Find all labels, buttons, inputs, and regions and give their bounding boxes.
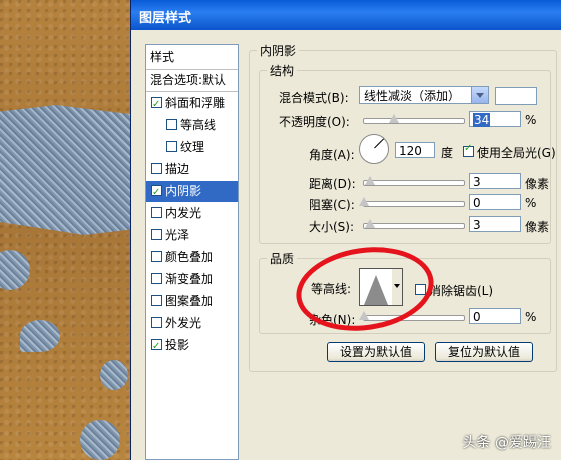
global-light-checkbox[interactable] (463, 143, 474, 157)
opacity-label: 不透明度(O): (279, 115, 350, 129)
chevron-down-icon[interactable] (471, 87, 488, 103)
opacity-slider[interactable] (363, 118, 465, 124)
checkbox[interactable] (151, 273, 162, 284)
style-item-label: 图案叠加 (165, 294, 214, 308)
choke-label: 阻塞(C): (309, 198, 355, 212)
blend-mode-value: 线性减淡（添加） (364, 89, 461, 103)
style-item-pattern-overlay[interactable]: 图案叠加 (146, 291, 238, 312)
slider-thumb[interactable] (365, 176, 375, 185)
choke-slider[interactable] (363, 201, 465, 207)
angle-dial[interactable] (359, 134, 389, 164)
style-item-label: 内发光 (165, 206, 202, 220)
checkbox[interactable] (151, 336, 162, 357)
size-slider[interactable] (363, 223, 465, 229)
style-item-stroke[interactable]: 描边 (146, 159, 238, 180)
style-item-bevel-emboss[interactable]: 斜面和浮雕 (146, 93, 238, 115)
denim-spot (80, 420, 120, 460)
percent-unit: % (525, 113, 537, 127)
style-item-label: 渐变叠加 (165, 272, 214, 286)
checkbox[interactable] (151, 182, 162, 203)
distance-label: 距离(D): (309, 177, 356, 191)
checkbox[interactable] (151, 317, 162, 328)
style-item-drop-shadow[interactable]: 投影 (146, 335, 238, 357)
blend-options-item[interactable]: 混合选项:默认 (150, 70, 242, 91)
dialog-title: 图层样式 (139, 11, 192, 26)
style-item-contour[interactable]: 等高线 (146, 115, 238, 136)
opacity-input[interactable]: 34 (469, 111, 521, 127)
style-item-texture[interactable]: 纹理 (146, 137, 238, 158)
distance-slider[interactable] (363, 180, 465, 186)
angle-label: 角度(A): (309, 148, 355, 162)
style-item-label: 外发光 (165, 316, 202, 330)
blend-mode-select[interactable]: 线性减淡（添加） (359, 86, 489, 104)
size-input[interactable]: 3 (469, 216, 521, 232)
slider-thumb[interactable] (359, 197, 369, 206)
structure-title: 结构 (267, 62, 298, 79)
style-item-outer-glow[interactable]: 外发光 (146, 313, 238, 334)
style-item-label: 颜色叠加 (165, 250, 214, 264)
style-item-label: 纹理 (180, 140, 205, 154)
style-item-label: 等高线 (180, 118, 217, 132)
angle-input[interactable]: 120 (395, 142, 435, 158)
slider-thumb[interactable] (389, 114, 399, 123)
checkbox[interactable] (166, 119, 177, 130)
styles-list: 样式 混合选项:默认 斜面和浮雕 等高线 纹理 描边 内阴影 内发光 光泽 颜色… (145, 44, 239, 460)
degree-unit: 度 (441, 146, 454, 160)
layer-style-dialog: 图层样式 样式 混合选项:默认 斜面和浮雕 等高线 纹理 描边 内阴影 内发光 … (130, 0, 561, 460)
checkbox[interactable] (151, 207, 162, 218)
inner-shadow-title: 内阴影 (257, 42, 300, 59)
distance-input[interactable]: 3 (469, 173, 521, 189)
style-item-inner-shadow[interactable]: 内阴影 (146, 181, 238, 203)
percent-unit: % (525, 310, 537, 324)
shadow-color-swatch[interactable] (495, 87, 537, 105)
checkbox[interactable] (151, 94, 162, 115)
reset-default-button[interactable]: 复位为默认值 (435, 342, 533, 362)
size-label: 大小(S): (309, 220, 355, 234)
opacity-value: 34 (473, 113, 491, 127)
px-unit: 像素 (525, 220, 550, 234)
style-item-label: 内阴影 (165, 184, 202, 198)
checkbox[interactable] (151, 295, 162, 306)
style-item-label: 描边 (165, 162, 190, 176)
checkbox[interactable] (151, 163, 162, 174)
styles-header[interactable]: 样式 (150, 47, 242, 68)
watermark: 头条 @爱踢汪 (462, 435, 551, 451)
choke-input[interactable]: 0 (469, 194, 521, 210)
style-item-label: 投影 (165, 338, 190, 352)
antialias-label: 消除锯齿(L) (429, 284, 494, 298)
make-default-button[interactable]: 设置为默认值 (327, 342, 425, 362)
style-item-label: 斜面和浮雕 (165, 96, 226, 110)
px-unit: 像素 (525, 177, 550, 191)
percent-unit: % (525, 196, 537, 210)
dialog-title-bar[interactable]: 图层样式 (131, 0, 561, 30)
global-light-label: 使用全局光(G) (477, 146, 556, 160)
slider-thumb[interactable] (365, 219, 375, 228)
style-item-color-overlay[interactable]: 颜色叠加 (146, 247, 238, 268)
style-item-label: 光泽 (165, 228, 190, 242)
checkbox[interactable] (166, 141, 177, 152)
style-item-gradient-overlay[interactable]: 渐变叠加 (146, 269, 238, 290)
denim-spot (100, 360, 128, 390)
noise-input[interactable]: 0 (469, 308, 521, 324)
blend-mode-label: 混合模式(B): (279, 91, 349, 105)
style-item-inner-glow[interactable]: 内发光 (146, 203, 238, 224)
quality-title: 品质 (267, 250, 298, 267)
divider (146, 91, 238, 92)
style-item-satin[interactable]: 光泽 (146, 225, 238, 246)
checkbox[interactable] (151, 251, 162, 262)
denim-spot (20, 320, 60, 352)
denim-patch (0, 105, 140, 235)
checkbox[interactable] (151, 229, 162, 240)
